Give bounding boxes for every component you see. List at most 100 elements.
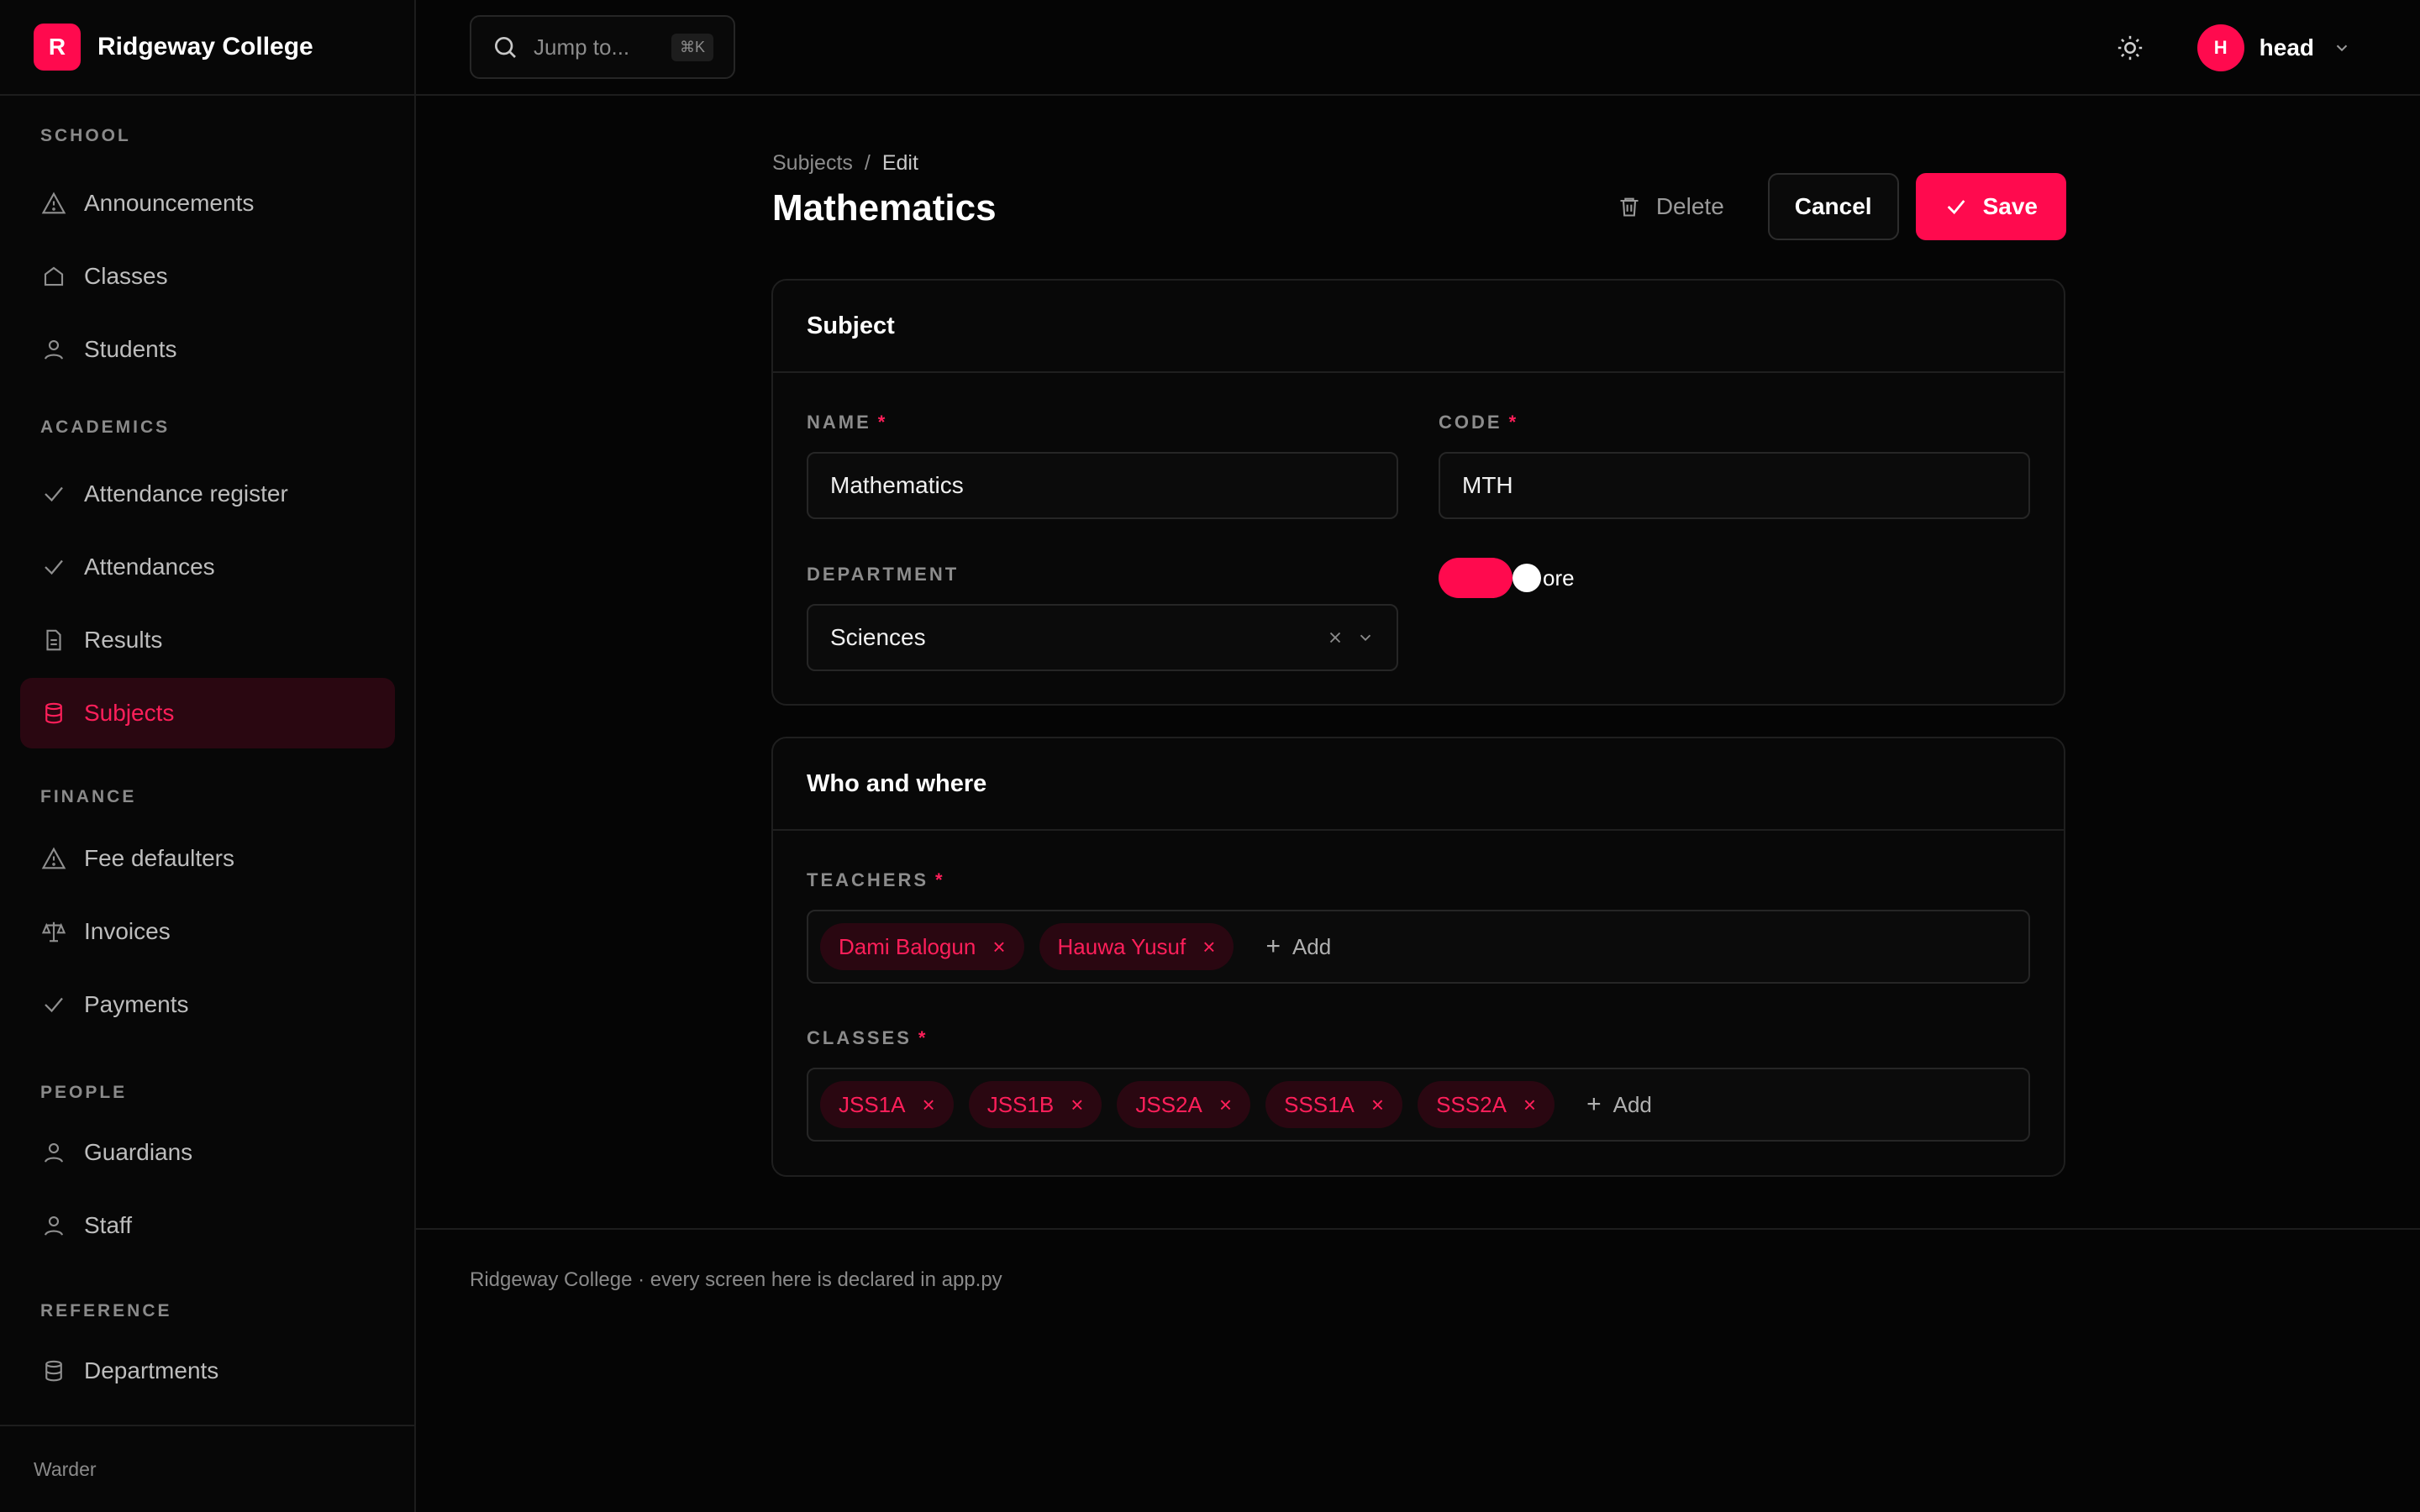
sidebar-item-label: Departments (84, 1357, 219, 1383)
cancel-button[interactable]: Cancel (1767, 173, 1899, 240)
class-add-button[interactable]: + Add (1586, 1090, 1652, 1119)
brand-logo: R (34, 24, 81, 71)
delete-button[interactable]: Delete (1618, 193, 1724, 220)
sidebar-item-label: Attendance register (84, 480, 288, 507)
breadcrumb-separator: / (864, 151, 871, 175)
plus-icon: + (1265, 932, 1281, 960)
add-label: Add (1612, 1091, 1652, 1117)
remove-tag-icon[interactable]: × (923, 1092, 935, 1118)
sidebar: R Ridgeway College SCHOOL Announcements Cl… (0, 0, 416, 1512)
class-tag: SSS1A × (1265, 1081, 1403, 1128)
teacher-tag-label: Hauwa Yusuf (1057, 933, 1186, 959)
sidebar-item-label: Attendances (84, 554, 215, 580)
code-input[interactable]: MTH (1439, 452, 2030, 519)
name-label: NAME * (807, 412, 888, 433)
brand-name: Ridgeway College (97, 33, 313, 60)
remove-tag-icon[interactable]: × (1371, 1092, 1384, 1118)
sidebar-item-announcements[interactable]: Announcements (20, 168, 395, 239)
sidebar-item-label: Students (84, 336, 177, 362)
add-label: Add (1292, 933, 1332, 959)
sidebar-nav: SCHOOL Announcements Classes Students ACADEM… (0, 96, 414, 1425)
brand[interactable]: R Ridgeway College (0, 0, 414, 96)
class-tag: JSS2A × (1117, 1081, 1251, 1128)
toggle-knob (1512, 564, 1541, 592)
remove-tag-icon[interactable]: × (1202, 934, 1215, 960)
sidebar-item-attendance-register[interactable]: Attendance register (20, 459, 395, 529)
classes-tag-input[interactable]: JSS1A × JSS1B × JSS2A × SSS1A × SSS2A × + Add (807, 1068, 2030, 1142)
user-menu[interactable]: H head (2196, 24, 2351, 71)
app-root: R Ridgeway College SCHOOL Announcements Cl… (0, 0, 2420, 1512)
nav-section-academics: ACADEMICS (40, 417, 171, 437)
form-actions: Delete Cancel Save (1618, 173, 2066, 240)
sidebar-item-label: Guardians (84, 1139, 193, 1165)
class-tag: JSS1B × (968, 1081, 1102, 1128)
class-tag-label: SSS1A (1284, 1091, 1355, 1117)
sidebar-item-payments[interactable]: Payments (20, 969, 395, 1040)
footer-text: Ridgeway College · every screen here is … (470, 1268, 1002, 1291)
check-icon (40, 991, 67, 1018)
check-icon (40, 480, 67, 507)
teachers-label: TEACHERS * (807, 869, 945, 890)
sidebar-footer: Warder (0, 1425, 414, 1512)
user-icon (40, 1212, 67, 1239)
sidebar-item-students[interactable]: Students (20, 314, 395, 385)
sidebar-item-departments[interactable]: Departments (20, 1336, 395, 1406)
save-button[interactable]: Save (1915, 173, 2066, 240)
alert-triangle-icon (40, 190, 67, 217)
teacher-tag: Dami Balogun × (820, 923, 1024, 970)
class-tag-label: JSS1B (986, 1091, 1055, 1117)
search-icon (492, 34, 518, 60)
main-area: Jump to... ⌘K H head Subjects / Edit Mat… (416, 0, 2420, 1512)
teacher-add-button[interactable]: + Add (1265, 932, 1331, 961)
class-tag: JSS1A × (820, 1081, 954, 1128)
theme-toggle-sun-icon[interactable] (2113, 31, 2147, 65)
file-icon (40, 627, 67, 654)
chevron-down-icon[interactable] (1356, 628, 1375, 647)
nav-section-finance: FINANCE (40, 787, 137, 806)
nav-section-people: PEOPLE (40, 1083, 128, 1102)
clear-icon[interactable] (1326, 628, 1344, 647)
remove-tag-icon[interactable]: × (1523, 1092, 1536, 1118)
plus-icon: + (1586, 1090, 1602, 1118)
user-icon (40, 336, 67, 363)
class-tag-label: JSS1A (839, 1091, 906, 1117)
remove-tag-icon[interactable]: × (1219, 1092, 1232, 1118)
sidebar-item-subjects[interactable]: Subjects (20, 678, 395, 748)
chevron-down-icon (2333, 39, 2351, 57)
sidebar-item-results[interactable]: Results (20, 605, 395, 675)
class-tag-label: SSS2A (1436, 1091, 1507, 1117)
topbar-right: H head (2113, 0, 2351, 96)
subject-card: Subject NAME * Mathematics CODE * MTH DEPA… (771, 279, 2065, 706)
sidebar-item-classes[interactable]: Classes (20, 241, 395, 312)
who-card-title: Who and where (773, 738, 2064, 831)
department-value: Sciences (830, 624, 926, 650)
code-label: CODE * (1439, 412, 1519, 433)
sidebar-item-invoices[interactable]: Invoices (20, 896, 395, 967)
sidebar-item-label: Payments (84, 991, 189, 1017)
sidebar-item-label: Announcements (84, 190, 255, 216)
core-toggle[interactable]: ore (1439, 558, 1575, 598)
department-select[interactable]: Sciences (807, 604, 1398, 671)
sidebar-item-label: Invoices (84, 918, 171, 944)
sidebar-item-label: Staff (84, 1212, 133, 1238)
topbar: Jump to... ⌘K H head (416, 0, 2420, 96)
breadcrumb-subjects[interactable]: Subjects (772, 151, 853, 176)
jump-to-search[interactable]: Jump to... ⌘K (470, 15, 735, 79)
page-footer: Ridgeway College · every screen here is … (416, 1228, 2420, 1295)
sidebar-item-fee-defaulters[interactable]: Fee defaulters (20, 823, 395, 894)
sidebar-item-label: Classes (84, 263, 168, 289)
remove-tag-icon[interactable]: × (992, 934, 1005, 960)
shortcut-badge: ⌘K (671, 33, 713, 61)
toggle-track (1439, 558, 1541, 598)
department-label: DEPARTMENT (807, 564, 960, 585)
home-icon (40, 263, 67, 290)
sidebar-item-staff[interactable]: Staff (20, 1190, 395, 1261)
sidebar-item-label: Subjects (84, 700, 175, 726)
sidebar-item-guardians[interactable]: Guardians (20, 1117, 395, 1188)
teachers-tag-input[interactable]: Dami Balogun × Hauwa Yusuf × + Add (807, 910, 2030, 984)
sidebar-item-attendances[interactable]: Attendances (20, 532, 395, 602)
name-input[interactable]: Mathematics (807, 452, 1398, 519)
who-and-where-card: Who and where TEACHERS * Dami Balogun × Hau… (771, 737, 2065, 1177)
delete-label: Delete (1655, 193, 1724, 219)
remove-tag-icon[interactable]: × (1071, 1092, 1083, 1118)
